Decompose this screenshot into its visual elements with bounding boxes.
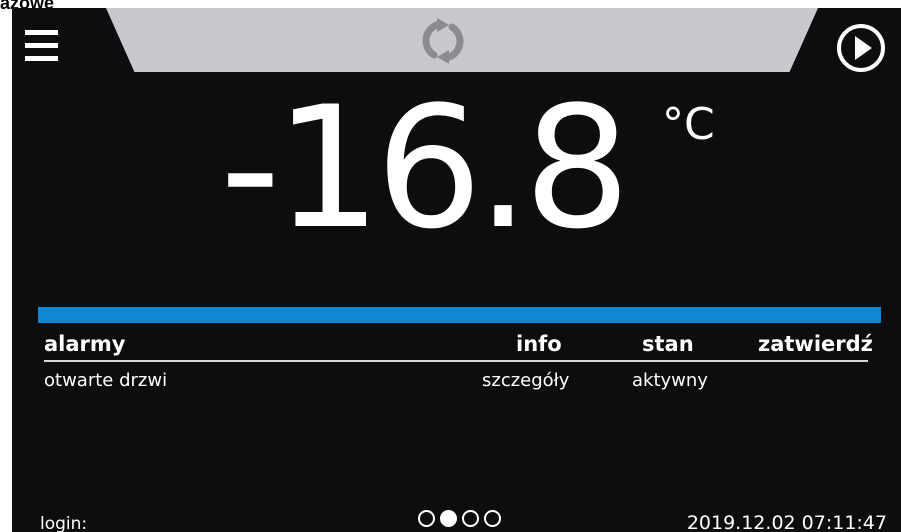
play-icon[interactable] xyxy=(836,23,886,73)
alarm-state: aktywny xyxy=(632,370,708,391)
temperature-unit: °C xyxy=(662,99,715,150)
header-confirm: zatwierdź xyxy=(758,332,873,356)
table-row[interactable]: otwarte drzwi szczegóły aktywny xyxy=(44,362,868,396)
login-label[interactable]: login: xyxy=(40,514,87,532)
header-alarms: alarmy xyxy=(44,332,126,356)
page-dot-2[interactable] xyxy=(440,510,457,527)
alarm-details-link[interactable]: szczegóły xyxy=(482,370,569,391)
hamburger-menu-icon[interactable] xyxy=(25,30,58,68)
page-dot-1[interactable] xyxy=(418,510,435,527)
controller-screen: -16.8 °C alarmy info stan zatwierdź otwa… xyxy=(12,8,901,532)
page-dot-4[interactable] xyxy=(484,510,501,527)
header-info: info xyxy=(516,332,562,356)
alarm-table: alarmy info stan zatwierdź otwarte drzwi… xyxy=(44,328,873,396)
datetime-display: 2019.12.02 07:11:47 xyxy=(686,512,887,532)
alarm-table-header: alarmy info stan zatwierdź xyxy=(44,328,873,362)
status-bar xyxy=(38,307,881,323)
header-state: stan xyxy=(642,332,694,356)
page-indicator xyxy=(418,510,501,532)
temperature-value: -16.8 xyxy=(220,70,631,266)
page-dot-3[interactable] xyxy=(462,510,479,527)
sync-icon[interactable] xyxy=(418,18,468,64)
alarm-name: otwarte drzwi xyxy=(44,370,168,391)
